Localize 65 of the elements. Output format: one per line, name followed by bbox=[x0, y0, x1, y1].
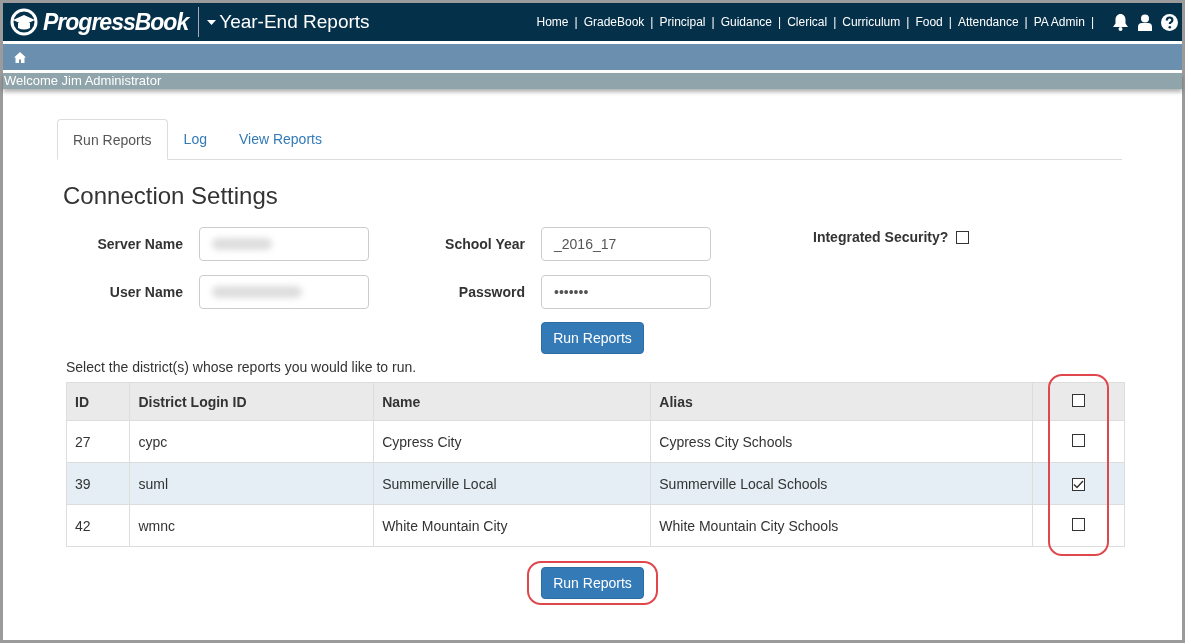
nav-link[interactable]: Food bbox=[915, 15, 943, 29]
field-label: Integrated Security? bbox=[813, 229, 949, 245]
run-reports-button[interactable]: Run Reports bbox=[541, 322, 644, 354]
table-cell: White Mountain City bbox=[373, 504, 651, 547]
table-cell: 39 bbox=[66, 462, 130, 505]
field-label: Password bbox=[457, 284, 525, 300]
nav-separator: | bbox=[1024, 15, 1028, 29]
nav-separator: | bbox=[574, 15, 578, 29]
input-field[interactable] bbox=[199, 275, 369, 309]
checkbox[interactable] bbox=[1072, 433, 1085, 447]
redacted-value bbox=[212, 238, 272, 250]
input-field[interactable]: ••••••• bbox=[541, 275, 711, 309]
brand-name: ProgressBook bbox=[43, 8, 189, 36]
column-header: Alias bbox=[650, 382, 1033, 421]
table-cell: Summerville Local Schools bbox=[650, 462, 1033, 505]
nav-separator: | bbox=[778, 15, 782, 29]
caret-icon[interactable] bbox=[207, 19, 217, 25]
column-header: Name bbox=[373, 382, 651, 421]
nav-link[interactable]: Principal bbox=[659, 15, 706, 29]
tab[interactable]: View Reports bbox=[222, 119, 338, 159]
input-field[interactable]: _2016_17 bbox=[541, 227, 711, 261]
nav-separator: | bbox=[906, 15, 910, 29]
input-field[interactable] bbox=[199, 227, 369, 261]
table-cell: cypc bbox=[129, 420, 374, 463]
column-header: District Login ID bbox=[129, 382, 374, 421]
field-label: User Name bbox=[108, 284, 183, 300]
user-icon[interactable] bbox=[1138, 13, 1152, 31]
checkbox[interactable] bbox=[956, 230, 970, 244]
app-title[interactable]: Year-End Reports bbox=[219, 11, 370, 33]
table-cell: White Mountain City Schools bbox=[650, 504, 1033, 547]
nav-link[interactable]: Attendance bbox=[957, 15, 1019, 29]
bell-icon[interactable] bbox=[1112, 13, 1129, 31]
home-icon[interactable] bbox=[14, 51, 26, 63]
nav-separator: | bbox=[1090, 15, 1094, 29]
section-title: Connection Settings bbox=[63, 182, 279, 210]
welcome-message: Welcome Jim Administrator bbox=[3, 73, 1182, 89]
table-cell: Cypress City Schools bbox=[650, 420, 1033, 463]
nav-link[interactable]: GradeBook bbox=[583, 15, 645, 29]
table-cell: 27 bbox=[66, 420, 130, 463]
nav-separator: | bbox=[711, 15, 715, 29]
table-cell: 42 bbox=[66, 504, 130, 547]
help-icon[interactable] bbox=[1161, 13, 1178, 31]
checkbox[interactable] bbox=[1072, 393, 1085, 407]
nav-link[interactable]: Guidance bbox=[720, 15, 772, 29]
nav-link[interactable]: Home bbox=[536, 15, 569, 29]
field-label: Server Name bbox=[96, 236, 183, 252]
checkbox[interactable] bbox=[1072, 517, 1085, 531]
table-cell: suml bbox=[129, 462, 374, 505]
checkbox[interactable] bbox=[1072, 477, 1085, 491]
table-cell: wmnc bbox=[129, 504, 374, 547]
tab[interactable]: Run Reports bbox=[57, 119, 168, 160]
column-header: ID bbox=[66, 382, 130, 421]
field-label: School Year bbox=[444, 236, 525, 252]
logo-icon bbox=[9, 8, 39, 36]
table-cell: Cypress City bbox=[373, 420, 651, 463]
nav-separator: | bbox=[948, 15, 952, 29]
run-reports-button[interactable]: Run Reports bbox=[541, 567, 644, 599]
table-cell: Summerville Local bbox=[373, 462, 651, 505]
instruction-text: Select the district(s) whose reports you would like to run. bbox=[66, 359, 418, 375]
tab[interactable]: Log bbox=[167, 119, 223, 159]
nav-separator: | bbox=[833, 15, 837, 29]
nav-link[interactable]: PA Admin bbox=[1033, 15, 1085, 29]
nav-link[interactable]: Curriculum bbox=[842, 15, 901, 29]
nav-separator: | bbox=[650, 15, 654, 29]
nav-link[interactable]: Clerical bbox=[787, 15, 828, 29]
